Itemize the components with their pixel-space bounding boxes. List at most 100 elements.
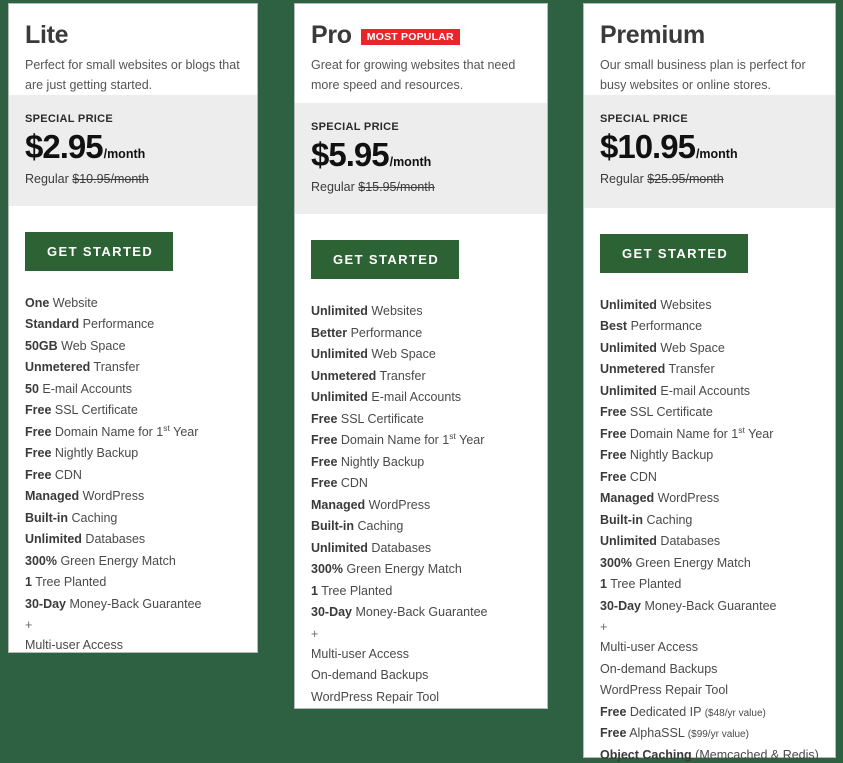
cta-wrap-lite: GET STARTED [9, 206, 257, 271]
feature-item: Built-in Caching [311, 516, 531, 538]
feature-item: Free CDN [25, 465, 241, 487]
feature-text: Green Energy Match [631, 555, 751, 570]
feature-item: 1 Tree Planted [311, 581, 531, 603]
feature-highlight: 1 [600, 577, 607, 592]
plan-tagline-pro: Great for growing websites that need mor… [311, 58, 516, 92]
feature-item: 50GB Web Space [25, 336, 241, 358]
feature-text: Web Space [367, 347, 436, 361]
plan-card-pro[interactable]: Pro MOST POPULAR Great for growing websi… [294, 3, 548, 709]
feature-item: Free AlphaSSL ($99/yr value) [600, 723, 819, 745]
feature-list-lite: One Website Standard Performance 50GB Web … [9, 271, 257, 657]
feature-item: 300% Green Energy Match [25, 551, 241, 573]
plan-card-premium[interactable]: Premium Our small business plan is perfe… [583, 3, 836, 762]
feature-value-note: ($99/yr value) [687, 729, 749, 741]
feature-item: Managed WordPress [25, 486, 241, 508]
feature-item: Managed WordPress [311, 495, 531, 517]
feature-text: Money-Back Guarantee [352, 605, 488, 619]
feature-text: E-mail Accounts [656, 383, 751, 398]
plan-tagline-lite: Perfect for small websites or blogs that… [25, 58, 240, 92]
feature-text: + [25, 618, 33, 633]
plan-header-pro: Pro MOST POPULAR Great for growing websi… [295, 4, 547, 103]
feature-highlight: 30-Day [25, 596, 66, 611]
feature-text: Databases [656, 534, 721, 549]
feature-text: + [600, 620, 608, 635]
feature-text: Multi-user Access [311, 646, 409, 661]
plan-name-lite: Lite [25, 21, 69, 49]
feature-text: Green Energy Match [56, 553, 176, 568]
plan-header-premium: Premium Our small business plan is perfe… [584, 4, 835, 95]
feature-item: 1 Tree Planted [25, 572, 241, 594]
feature-separator: + [311, 624, 531, 644]
get-started-button-lite[interactable]: GET STARTED [25, 231, 174, 271]
regular-price-row-premium: Regular $25.95/month [600, 172, 819, 186]
get-started-button-pro[interactable]: GET STARTED [311, 240, 460, 279]
feature-item: Multi-user Access [25, 635, 241, 657]
feature-text: E-mail Accounts [367, 390, 462, 404]
feature-text: CDN [337, 476, 368, 490]
feature-highlight: Built-in [600, 512, 644, 527]
price-band-pro: SPECIAL PRICE $5.95 /month Regular $15.9… [295, 103, 547, 214]
cta-wrap-premium: GET STARTED [584, 208, 835, 273]
feature-item: Unlimited Web Space [600, 338, 819, 360]
feature-text: Web Space [656, 340, 725, 355]
feature-highlight: 300% [600, 555, 632, 570]
feature-highlight: Managed [25, 489, 80, 504]
feature-text: Caching [354, 519, 404, 533]
feature-highlight: Free [600, 426, 627, 441]
feature-item: WordPress Repair Tool [311, 687, 531, 709]
feature-text: CDN [626, 469, 657, 484]
feature-text: + [311, 626, 319, 641]
feature-text: WordPress [365, 497, 431, 512]
feature-item: 30-Day Money-Back Guarantee [311, 602, 531, 624]
feature-text: Performance [79, 317, 155, 332]
regular-price-row-pro: Regular $15.95/month [311, 180, 531, 194]
feature-item: Multi-user Access [600, 637, 819, 659]
feature-text: Tree Planted [606, 577, 682, 592]
feature-item: Multi-user Access [311, 644, 531, 666]
feature-highlight: Free [25, 424, 52, 439]
plan-card-lite[interactable]: Lite Perfect for small websites or blogs… [8, 3, 258, 653]
price-row-lite: $2.95 /month [25, 129, 241, 165]
feature-text: On-demand Backups [311, 668, 429, 682]
feature-text: Dedicated IP [626, 704, 705, 719]
feature-item: Better Performance [311, 323, 531, 345]
get-started-button-premium[interactable]: GET STARTED [600, 233, 749, 273]
price-period-pro: /month [389, 155, 432, 170]
feature-item: Free Dedicated IP ($48/yr value) [600, 702, 819, 724]
feature-highlight: 30-Day [600, 598, 641, 613]
feature-item: Free Nightly Backup [311, 452, 531, 474]
feature-item: 300% Green Energy Match [311, 559, 531, 581]
feature-text: Website [49, 295, 98, 310]
feature-item: Free CDN [311, 473, 531, 495]
feature-highlight: Unlimited [311, 540, 368, 555]
special-price-label-premium: SPECIAL PRICE [600, 113, 689, 125]
feature-item: Managed WordPress [600, 488, 819, 510]
feature-item: 30-Day Money-Back Guarantee [25, 594, 241, 616]
feature-item: 300% Green Energy Match [600, 553, 819, 575]
feature-value-note: ($48/yr value) [704, 707, 766, 719]
price-band-lite: SPECIAL PRICE $2.95 /month Regular $10.9… [9, 95, 257, 206]
feature-text: WordPress [79, 489, 145, 504]
feature-item: Unlimited Web Space [311, 344, 531, 366]
plan-title-row-premium: Premium [600, 22, 819, 49]
feature-highlight: Unmetered [311, 368, 377, 383]
feature-text: Domain Name for 1st Year [337, 430, 485, 447]
feature-item: Best Performance [600, 316, 819, 338]
feature-highlight: Free [25, 467, 52, 482]
regular-prefix-premium: Regular [600, 171, 644, 186]
feature-highlight: One [25, 295, 50, 310]
feature-highlight: Better [311, 325, 348, 340]
feature-item: Free Domain Name for 1st Year [311, 430, 531, 452]
feature-highlight: Unlimited [311, 304, 368, 318]
feature-item: Unlimited Websites [600, 295, 819, 317]
plan-title-row-pro: Pro MOST POPULAR [311, 22, 531, 48]
feature-highlight: Free [25, 446, 52, 461]
price-band-premium: SPECIAL PRICE $10.95 /month Regular $25.… [584, 95, 835, 208]
feature-item: Built-in Caching [25, 508, 241, 530]
feature-highlight: 300% [25, 553, 57, 568]
feature-text: Web Space [57, 338, 126, 353]
feature-highlight: 50 [25, 381, 39, 396]
feature-text: SSL Certificate [337, 411, 424, 426]
feature-item: Standard Performance [25, 314, 241, 336]
feature-text: Domain Name for 1st Year [626, 424, 774, 441]
